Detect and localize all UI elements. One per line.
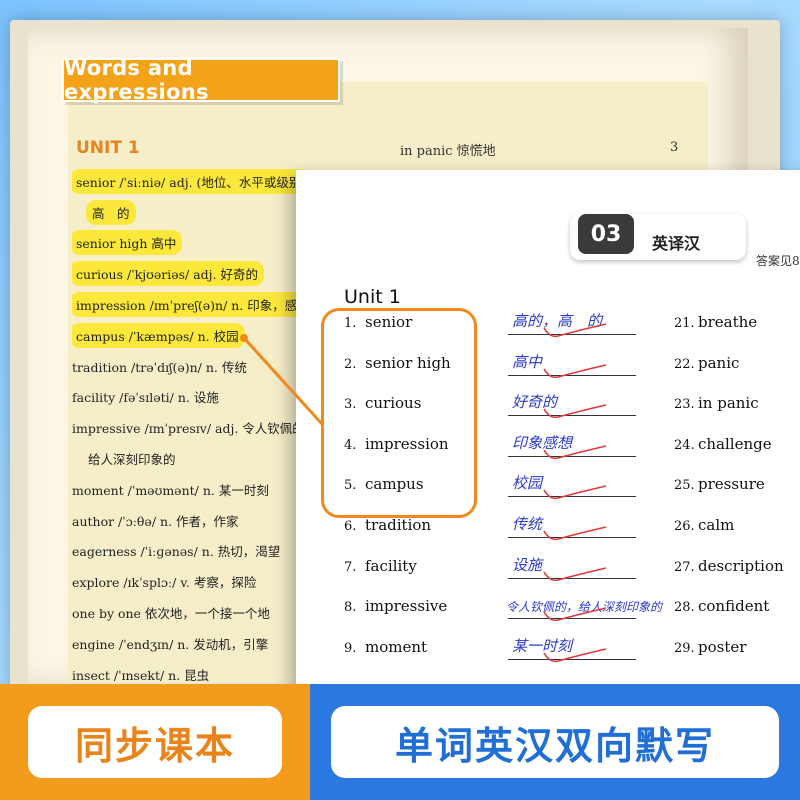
callout-box — [321, 308, 477, 518]
bottom-right-bar: 单词英汉双向默写 — [310, 684, 800, 800]
dictation-label: 单词英汉双向默写 — [331, 706, 779, 778]
sync-textbook-label: 同步课本 — [28, 706, 282, 778]
bottom-left-bar: 同步课本 — [0, 684, 310, 800]
